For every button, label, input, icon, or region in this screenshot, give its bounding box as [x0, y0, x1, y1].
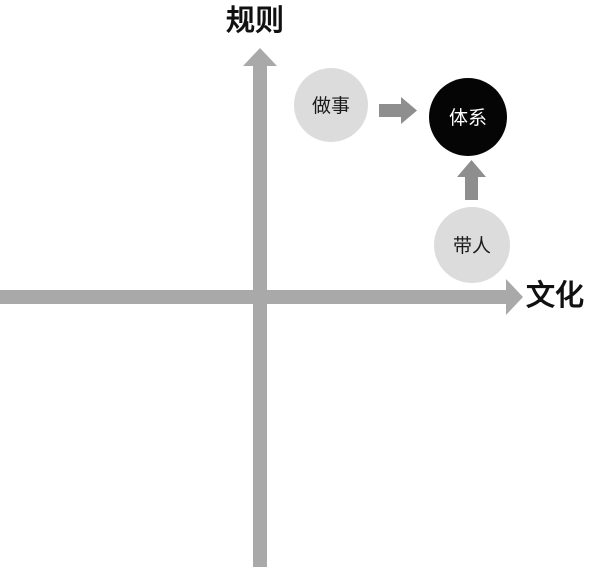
y-axis-label: 规则 [226, 3, 285, 37]
arrow-doing-to-system [379, 97, 417, 124]
node-label: 体系 [449, 107, 487, 129]
x-axis-arrowhead-icon [506, 279, 523, 315]
y-axis-arrowhead-icon [243, 48, 277, 66]
node-label: 做事 [312, 95, 350, 117]
x-axis-label: 文化 [526, 278, 585, 312]
quadrant-diagram: 做事 体系 带人 [0, 48, 523, 567]
node-doing: 做事 [294, 68, 368, 142]
node-system: 体系 [429, 78, 507, 156]
arrow-leading-to-system [457, 160, 486, 200]
y-axis-line [253, 64, 267, 567]
node-label: 带人 [453, 235, 491, 257]
node-leading: 带人 [434, 207, 510, 283]
